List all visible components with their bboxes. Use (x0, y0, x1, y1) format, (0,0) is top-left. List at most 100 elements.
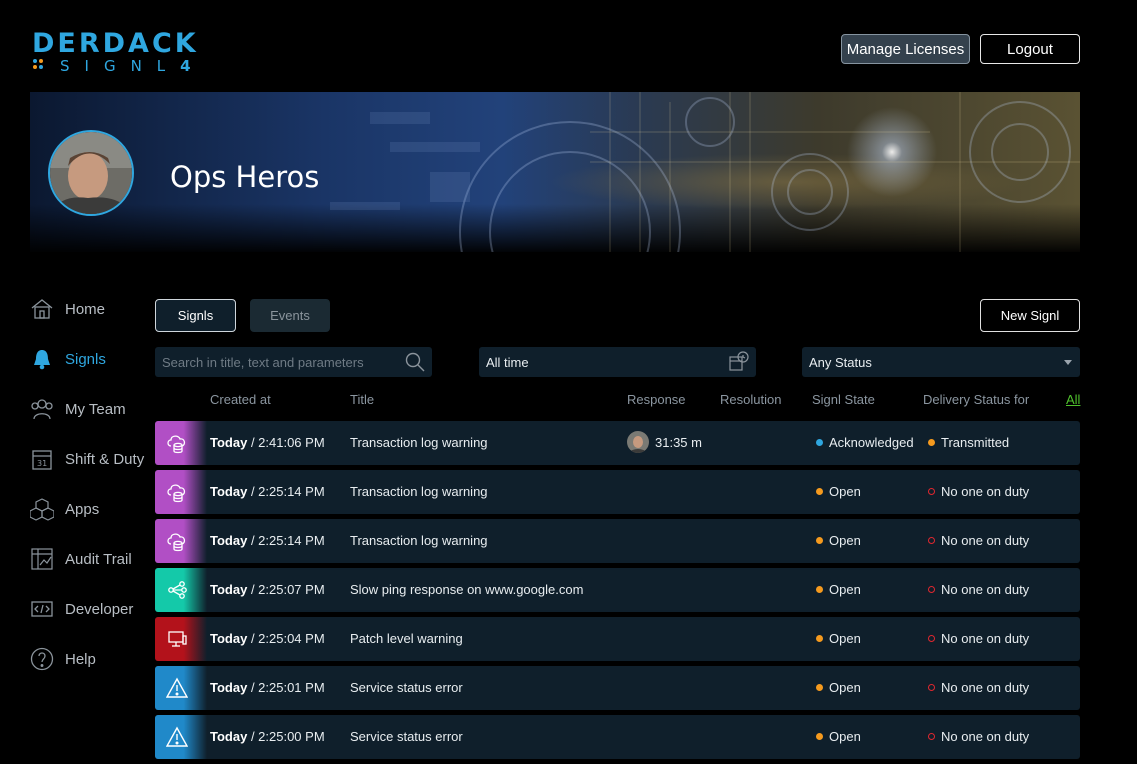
cloud-database-icon (166, 530, 188, 552)
state-dot-icon (816, 488, 823, 495)
col-delivery-status: Delivery Status for (923, 392, 1030, 407)
signl-state: Open (829, 582, 861, 597)
delivery-status-cell: No one on duty (928, 729, 1029, 744)
sidebar-item-home[interactable]: Home (30, 294, 105, 324)
signl-title: Transaction log warning (350, 533, 488, 548)
signl-row[interactable]: Today / 2:25:14 PM Transaction log warnin… (155, 519, 1080, 563)
created-at-cell: Today / 2:25:07 PM (210, 582, 325, 597)
signl-type-badge (155, 715, 207, 759)
signl-title: Transaction log warning (350, 435, 488, 450)
signl-state-cell: Open (816, 631, 861, 646)
audit-chart-icon (30, 547, 54, 571)
warning-triangle-icon (166, 677, 188, 699)
sidebar-item-signls[interactable]: Signls (30, 344, 106, 374)
signl-title: Service status error (350, 729, 463, 744)
svg-text:31: 31 (37, 459, 47, 468)
search-icon[interactable] (404, 351, 426, 373)
col-response[interactable]: Response (627, 392, 686, 407)
signl-type-badge (155, 470, 207, 514)
bell-icon (30, 347, 54, 371)
created-at-cell: Today / 2:25:14 PM (210, 484, 325, 499)
signl-state-cell: Open (816, 484, 861, 499)
delivery-dot-icon (928, 439, 935, 446)
delivery-status-cell: Transmitted (928, 435, 1009, 450)
cloud-database-icon (166, 481, 188, 503)
delivery-dot-icon (928, 684, 935, 691)
created-at-cell: Today / 2:41:06 PM (210, 435, 325, 450)
signl-row[interactable]: Today / 2:25:04 PM Patch level warning Ope… (155, 617, 1080, 661)
signl-row[interactable]: Today / 2:41:06 PM Transaction log warnin… (155, 421, 1080, 465)
signl-state: Open (829, 680, 861, 695)
logo-dots-icon (33, 59, 47, 73)
sidebar-item-audit-trail[interactable]: Audit Trail (30, 544, 132, 574)
delivery-all-link[interactable]: All (1066, 392, 1080, 407)
signl-state: Acknowledged (829, 435, 914, 450)
created-at-cell: Today / 2:25:01 PM (210, 680, 325, 695)
sidebar-item-developer[interactable]: Developer (30, 594, 133, 624)
delivery-status: No one on duty (941, 680, 1030, 695)
delivery-status: No one on duty (941, 484, 1030, 499)
help-icon (30, 647, 54, 671)
state-dot-icon (816, 586, 823, 593)
signl-state: Open (829, 533, 861, 548)
sidebar-item-help[interactable]: Help (30, 644, 96, 674)
delivery-dot-icon (928, 733, 935, 740)
signl-row[interactable]: Today / 2:25:07 PM Slow ping response on … (155, 568, 1080, 612)
tab-events[interactable]: Events (250, 299, 330, 332)
new-signl-button[interactable]: New Signl (980, 299, 1080, 332)
created-at-cell: Today / 2:25:04 PM (210, 631, 325, 646)
signl-state-cell: Acknowledged (816, 435, 914, 450)
state-dot-icon (816, 684, 823, 691)
signl-state: Open (829, 484, 861, 499)
home-icon (30, 297, 54, 321)
calendar-icon: 31 (30, 447, 54, 471)
delivery-dot-icon (928, 537, 935, 544)
response-time: 31:35 m (655, 434, 702, 450)
delivery-status-cell: No one on duty (928, 680, 1029, 695)
calendar-clock-icon[interactable] (728, 351, 750, 373)
time-filter-select[interactable]: All time (479, 347, 756, 377)
team-avatar[interactable] (48, 130, 134, 216)
derdack-signl4-logo: DERDACK SIGNL4 (32, 30, 232, 76)
cloud-database-icon (166, 432, 188, 454)
col-title[interactable]: Title (350, 392, 374, 407)
signl-type-badge (155, 421, 207, 465)
delivery-status: Transmitted (941, 435, 1010, 450)
signl-state-cell: Open (816, 729, 861, 744)
warning-triangle-icon (166, 726, 188, 748)
code-icon (30, 597, 54, 621)
col-signl-state[interactable]: Signl State (812, 392, 875, 407)
sidebar-item-apps[interactable]: Apps (30, 494, 99, 524)
delivery-status-cell: No one on duty (928, 533, 1029, 548)
signl-state-cell: Open (816, 680, 861, 695)
cubes-icon (30, 497, 54, 521)
created-at-cell: Today / 2:25:00 PM (210, 729, 325, 744)
delivery-dot-icon (928, 488, 935, 495)
manage-licenses-button[interactable]: Manage Licenses (841, 34, 970, 64)
state-dot-icon (816, 537, 823, 544)
delivery-status-cell: No one on duty (928, 484, 1029, 499)
state-dot-icon (816, 635, 823, 642)
signl-row[interactable]: Today / 2:25:00 PM Service status error Op… (155, 715, 1080, 759)
signl-row[interactable]: Today / 2:25:14 PM Transaction log warnin… (155, 470, 1080, 514)
status-filter-select[interactable]: Any Status (802, 347, 1080, 377)
search-input[interactable] (155, 353, 399, 371)
team-icon (30, 397, 54, 421)
logo-wordmark: DERDACK (32, 28, 199, 59)
col-resolution[interactable]: Resolution (720, 392, 781, 407)
signl-type-badge (155, 568, 207, 612)
signl-type-badge (155, 617, 207, 661)
sidebar-item-shift-duty[interactable]: 31 Shift & Duty (30, 444, 144, 474)
logout-button[interactable]: Logout (980, 34, 1080, 64)
sidebar-item-my-team[interactable]: My Team (30, 394, 126, 424)
signl-row[interactable]: Today / 2:25:01 PM Service status error Op… (155, 666, 1080, 710)
delivery-status: No one on duty (941, 582, 1030, 597)
signl-state-cell: Open (816, 582, 861, 597)
col-created-at[interactable]: Created at (210, 392, 271, 407)
tab-signls[interactable]: Signls (155, 299, 236, 332)
signl-state: Open (829, 729, 861, 744)
created-at-cell: Today / 2:25:14 PM (210, 533, 325, 548)
signl-type-badge (155, 519, 207, 563)
responder-avatar[interactable] (627, 431, 649, 453)
delivery-status: No one on duty (941, 533, 1030, 548)
